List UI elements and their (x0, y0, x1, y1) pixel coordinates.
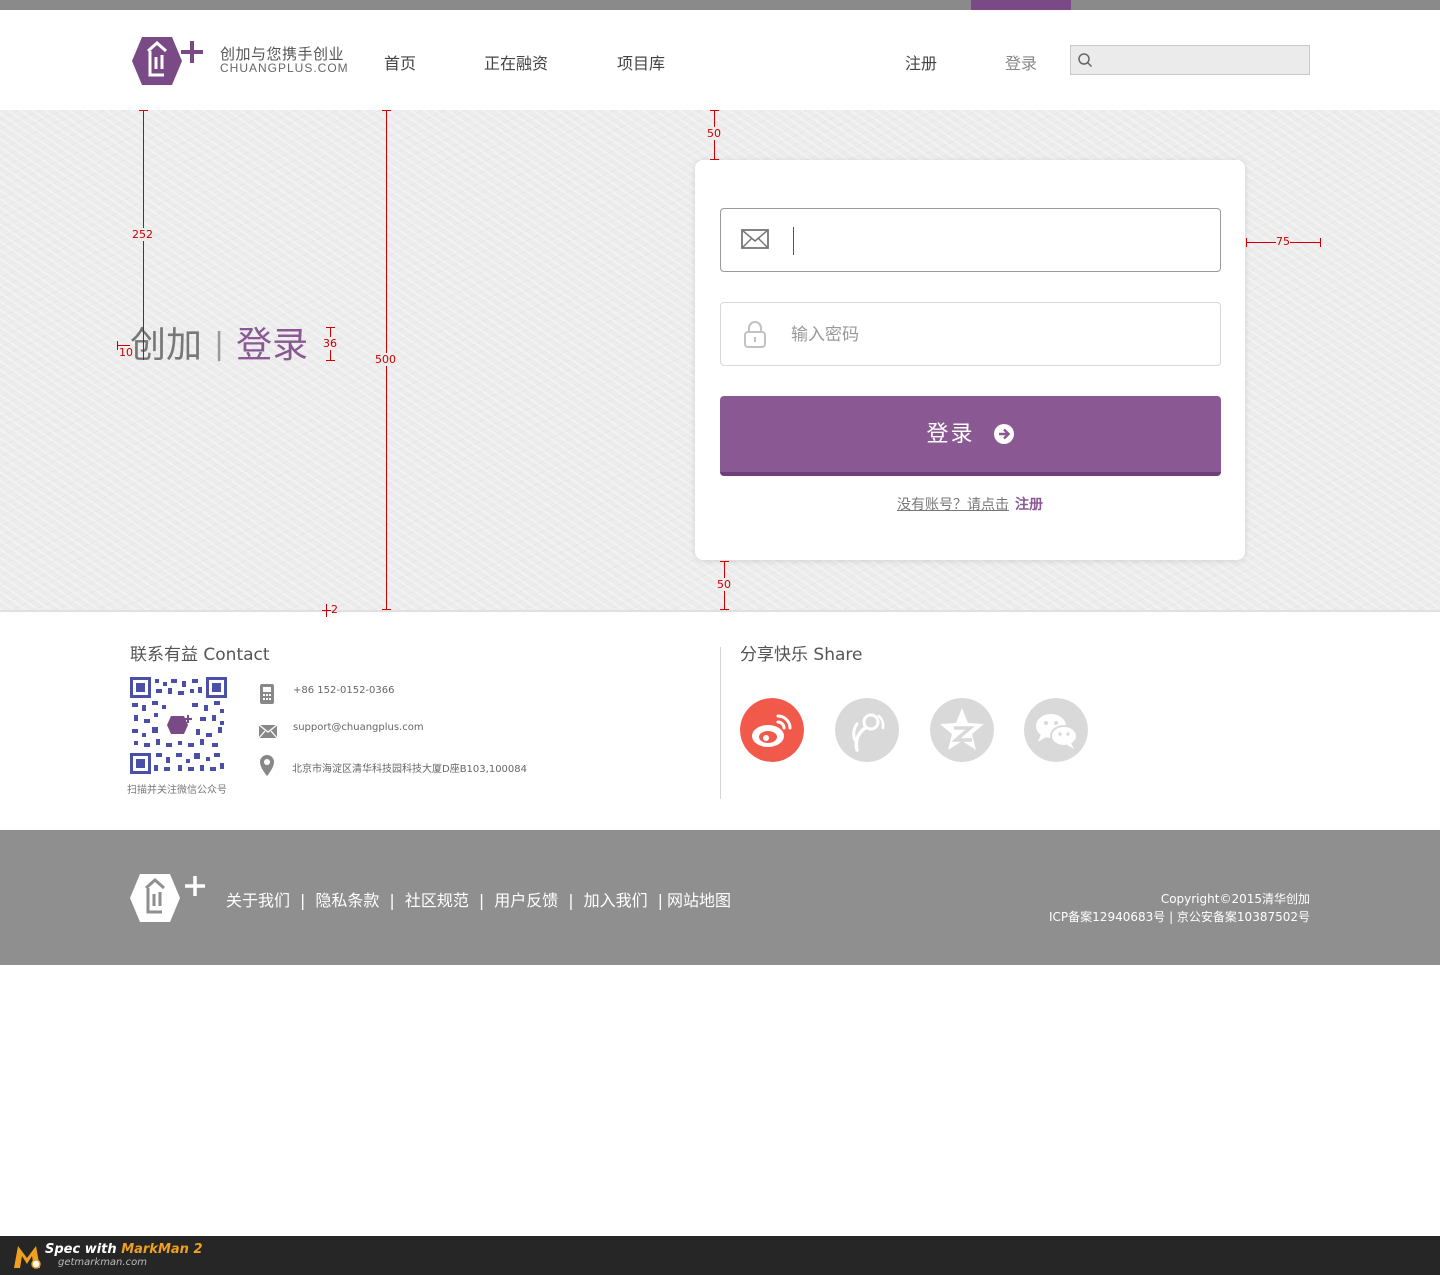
login-card: 登录 没有账号？请点击 注册 (695, 160, 1245, 560)
password-field[interactable] (720, 302, 1221, 366)
contact-section: 联系有益 Contact 扫描并关注微信公众号 +86 152-0152-036… (127, 640, 527, 796)
copyright-text: Copyright©2015清华创加 (1160, 892, 1310, 906)
footer-link-separator: | (300, 891, 306, 910)
logo-mark-icon (132, 37, 203, 85)
icp-text: ICP备案12940683号 | 京公安备案10387502号 (1049, 910, 1310, 924)
top-strip (0, 0, 1440, 10)
no-account-text[interactable]: 没有账号？请点击 (897, 497, 1009, 513)
no-account-prompt: 没有账号？请点击 注册 (695, 494, 1245, 514)
markman-title: Spec with MarkMan 2 (45, 1242, 203, 1257)
hero-title-separator: | (214, 327, 225, 362)
footer-logo-icon[interactable] (128, 872, 210, 924)
nav-register-link[interactable]: 注册 (905, 50, 937, 74)
footer-link-about[interactable]: 关于我们 (226, 891, 290, 910)
hero-bottom-border (0, 610, 1440, 612)
logo-domain: CHUANGPLUS.COM (220, 61, 349, 75)
markman-product: MarkMan 2 (121, 1242, 203, 1257)
location-pin-icon (260, 755, 274, 776)
footer-link-join[interactable]: 加入我们 (584, 891, 648, 910)
hero-title-accent: 登录 (236, 325, 309, 366)
footer: 关于我们 | 隐私条款 | 社区规范 | 用户反馈 | 加入我们 | 网站地图 Copyright©… (0, 830, 1440, 965)
footer-link-separator: | (568, 891, 574, 910)
email-divider (793, 227, 794, 255)
weibo-icon[interactable] (740, 698, 804, 762)
share-title: 分享快乐 Share (740, 645, 863, 665)
lock-icon (744, 321, 766, 348)
search-input[interactable] (1099, 49, 1304, 71)
search-box[interactable] (1070, 45, 1310, 75)
footer-link-separator: | (657, 891, 664, 910)
contact-title: 联系有益 Contact (130, 645, 270, 665)
footer-link-sitemap[interactable]: 网站地图 (667, 891, 731, 910)
login-submit-label: 登录 (926, 422, 975, 447)
markman-bar: Spec with MarkMan 2 getmarkman.com (0, 1236, 1440, 1275)
hero-title: 创加 | 登录 (130, 325, 308, 369)
envelope-icon (258, 724, 278, 739)
nav-projects-link[interactable]: 项目库 (617, 50, 665, 74)
hero-title-main: 创加 (130, 325, 203, 366)
mail-icon (741, 229, 769, 249)
email-field[interactable] (720, 208, 1221, 272)
wechat-qr-code (130, 677, 227, 774)
header: 创加与您携手创业 CHUANGPLUS.COM 首页 正在融资 项目库 注册 登… (0, 10, 1440, 110)
footer-link-community[interactable]: 社区规范 (405, 891, 469, 910)
contact-address-text: 北京市海淀区清华科技园科技大厦D座B103,100084 (292, 764, 527, 775)
markman-logo-icon (14, 1246, 41, 1269)
wechat-icon[interactable] (1024, 698, 1088, 762)
footer-link-separator: | (478, 891, 485, 910)
footer-links: 关于我们 | 隐私条款 | 社区规范 | 用户反馈 | 加入我们 | 网站地图 (226, 887, 731, 911)
register-link[interactable]: 注册 (1015, 497, 1043, 513)
arrow-circle-right-icon (993, 424, 1014, 444)
nav-login-link[interactable]: 登录 (1005, 50, 1037, 74)
nav-funding-link[interactable]: 正在融资 (484, 50, 548, 74)
site-logo[interactable]: 创加与您携手创业 CHUANGPLUS.COM (130, 35, 350, 87)
markman-prefix: Spec with (45, 1242, 117, 1257)
qr-caption: 扫描并关注微信公众号 (127, 785, 227, 796)
login-submit-button[interactable]: 登录 (720, 396, 1221, 476)
contact-email-text[interactable]: support@chuangplus.com (293, 722, 424, 733)
copyright-block: Copyright©2015清华创加 ICP备案12940683号 | 京公安备… (1049, 890, 1310, 926)
nav-home-link[interactable]: 首页 (384, 50, 416, 74)
phone-icon (260, 684, 274, 704)
share-section: 分享快乐 Share (740, 640, 1088, 762)
contact-phone-text: +86 152-0152-0366 (293, 685, 395, 696)
footer-column-divider (720, 647, 721, 799)
password-input[interactable] (791, 319, 1201, 351)
email-input[interactable] (801, 225, 1201, 257)
tencent-weibo-icon[interactable] (835, 698, 899, 762)
footer-link-feedback[interactable]: 用户反馈 (494, 891, 558, 910)
search-icon (1078, 53, 1093, 68)
footer-link-privacy[interactable]: 隐私条款 (315, 891, 379, 910)
footer-link-separator: | (389, 891, 395, 910)
qzone-icon[interactable] (930, 698, 994, 762)
markman-url: getmarkman.com (58, 1257, 147, 1268)
top-strip-active-indicator (971, 0, 1071, 10)
